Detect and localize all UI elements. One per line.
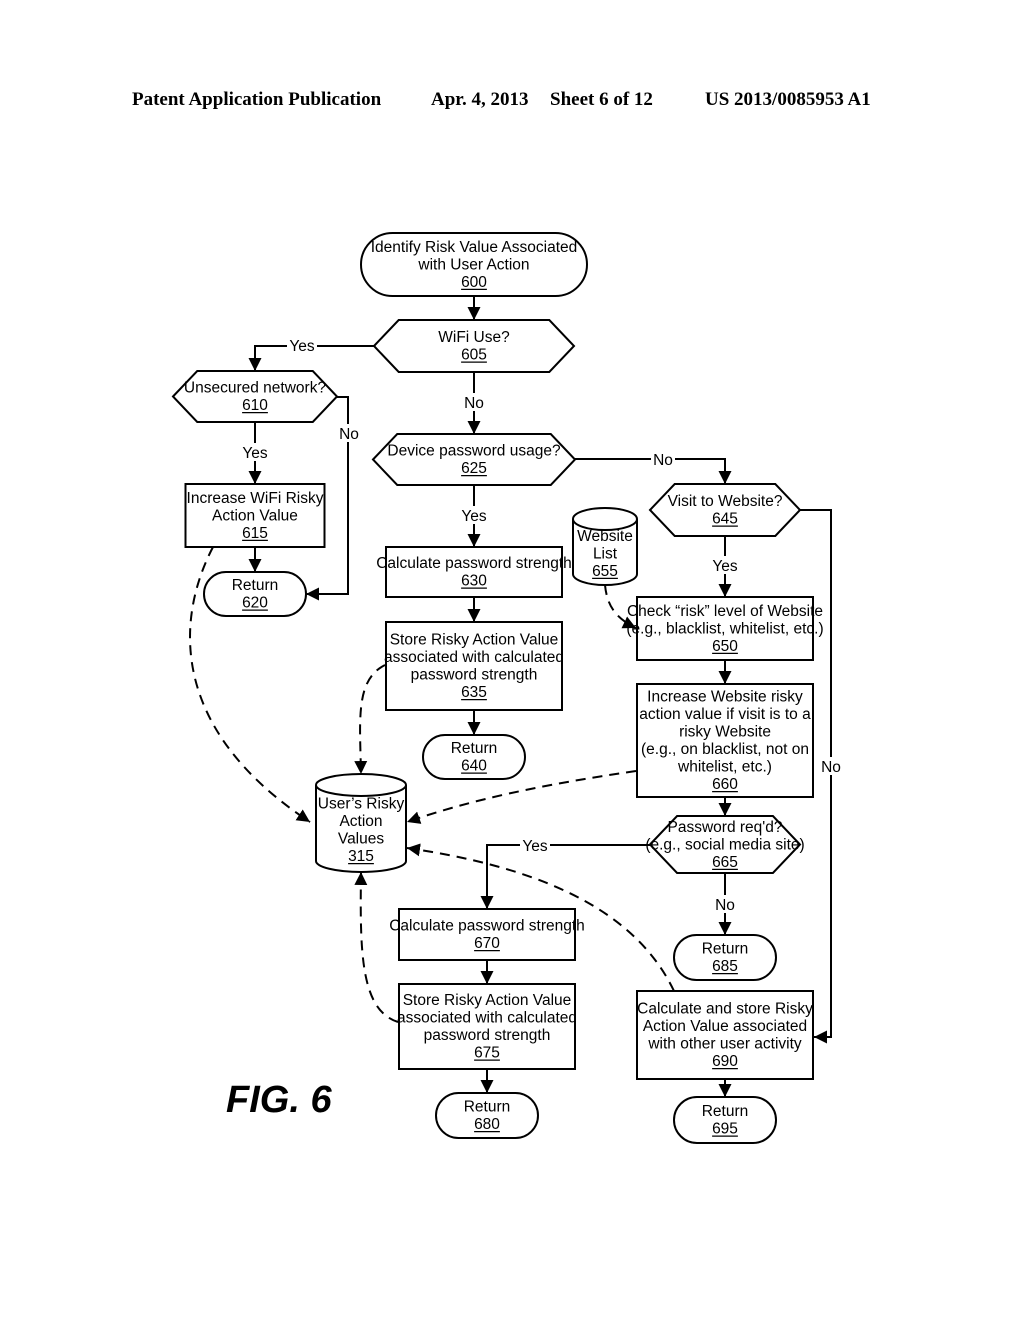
dataflow-635-to-315 — [354, 664, 386, 775]
node-reference-number: 670 — [474, 935, 500, 952]
edge-625-645-no — [575, 458, 732, 484]
edge-label-645-yes: Yes — [712, 558, 738, 575]
node-675-process: Store Risky Action Valueassociated with … — [397, 983, 577, 1070]
edge-665-670-yes — [480, 844, 650, 909]
edge-label-625-yes: Yes — [461, 508, 487, 525]
edge-label-625-no: No — [653, 452, 673, 469]
node-685-terminator: Return685 — [673, 934, 777, 981]
node-text: Store Risky Action Value — [390, 632, 559, 649]
node-reference-number: 680 — [474, 1116, 500, 1133]
node-text: Calculate password strength — [389, 918, 585, 935]
node-text: Action Value associated — [643, 1018, 807, 1035]
node-605-decision: WiFi Use?605 — [372, 319, 576, 373]
edge-label-610-yes: Yes — [242, 445, 268, 462]
node-text: associated with calculated — [384, 649, 564, 666]
node-text: (e.g., on blacklist, not on — [641, 741, 809, 758]
edge-label-605-no: No — [464, 395, 484, 412]
flowchart: Yes No Yes No Yes No Yes No Yes No Ident… — [171, 232, 843, 1144]
node-text: Identify Risk Value Associated — [371, 239, 578, 256]
node-reference-number: 665 — [712, 854, 738, 871]
node-text: with User Action — [417, 256, 529, 273]
node-text: Return — [451, 740, 498, 757]
node-reference-number: 315 — [348, 848, 374, 865]
node-690-process: Calculate and store RiskyAction Value as… — [636, 990, 814, 1080]
node-695-terminator: Return695 — [673, 1096, 777, 1144]
node-text: Store Risky Action Value — [403, 992, 572, 1009]
node-text: User’s Risky — [318, 796, 405, 813]
node-text: Website — [577, 528, 633, 545]
node-665-decision: Password req'd?(e.g., social media site)… — [645, 815, 805, 874]
node-text: Return — [464, 1099, 511, 1116]
node-text: with other user activity — [647, 1036, 802, 1053]
node-reference-number: 635 — [461, 684, 487, 701]
node-680-terminator: Return680 — [435, 1092, 539, 1139]
node-text: Action — [339, 813, 382, 830]
node-text: List — [593, 545, 618, 562]
node-610-decision: Unsecured network?610 — [171, 370, 339, 423]
node-reference-number: 645 — [712, 511, 738, 528]
node-reference-number: 610 — [242, 397, 268, 414]
node-text: Check “risk” level of Website — [627, 603, 823, 620]
node-635-process: Store Risky Action Valueassociated with … — [384, 621, 564, 711]
node-text: Action Value — [212, 507, 298, 524]
node-625-decision: Device password usage?625 — [371, 433, 577, 486]
node-text: Return — [232, 577, 279, 594]
edge-label-665-yes: Yes — [522, 838, 548, 855]
node-reference-number: 615 — [242, 525, 268, 542]
node-text: Return — [702, 1103, 749, 1120]
node-645-decision: Visit to Website?645 — [648, 483, 802, 537]
node-reference-number: 675 — [474, 1045, 500, 1062]
node-text: associated with calculated — [397, 1010, 577, 1027]
edge-label-610-no: No — [339, 426, 359, 443]
node-text: Increase WiFi Risky — [187, 490, 324, 507]
node-615-process: Increase WiFi RiskyAction Value615 — [184, 483, 326, 548]
node-reference-number: 630 — [461, 573, 487, 590]
node-text: Increase Website risky — [647, 689, 803, 706]
node-text: Visit to Website? — [668, 493, 783, 510]
node-reference-number: 600 — [461, 274, 487, 291]
node-650-process: Check “risk” level of Website(e.g., blac… — [626, 596, 824, 661]
node-text: Device password usage? — [387, 443, 561, 460]
node-reference-number: 640 — [461, 758, 487, 775]
node-reference-number: 690 — [712, 1053, 738, 1070]
node-reference-number: 625 — [461, 460, 487, 477]
node-text: (e.g., social media site) — [645, 836, 804, 853]
edge-label-605-yes: Yes — [289, 338, 315, 355]
node-620-terminator: Return620 — [203, 571, 307, 617]
node-reference-number: 660 — [712, 776, 738, 793]
node-text: Password req'd? — [668, 819, 783, 836]
node-630-process: Calculate password strength630 — [376, 546, 572, 598]
node-text: password strength — [424, 1027, 551, 1044]
node-text: password strength — [411, 667, 538, 684]
node-text: Calculate password strength — [376, 555, 572, 572]
node-text: Values — [338, 831, 384, 848]
node-reference-number: 695 — [712, 1121, 738, 1138]
node-670-process: Calculate password strength670 — [389, 908, 585, 961]
node-reference-number: 605 — [461, 347, 487, 364]
node-reference-number: 655 — [592, 563, 618, 580]
node-text: whitelist, etc.) — [677, 759, 772, 776]
figure-label: FIG. 6 — [226, 1079, 332, 1121]
edge-label-645-no: No — [821, 759, 841, 776]
node-reference-number: 650 — [712, 638, 738, 655]
node-660-process: Increase Website riskyaction value if vi… — [636, 683, 814, 798]
edge-label-665-no: No — [715, 897, 735, 914]
node-text: Return — [702, 941, 749, 958]
node-600-terminator: Identify Risk Value Associatedwith User … — [360, 232, 588, 297]
node-text: Calculate and store Risky — [637, 1001, 813, 1018]
node-text: Unsecured network? — [184, 380, 327, 397]
node-text: action value if visit is to a — [639, 706, 811, 723]
node-655-database: WebsiteList655 — [572, 507, 638, 586]
node-text: WiFi Use? — [438, 329, 510, 346]
node-reference-number: 685 — [712, 958, 738, 975]
node-text: risky Website — [679, 724, 771, 741]
node-640-terminator: Return640 — [422, 734, 526, 780]
node-reference-number: 620 — [242, 595, 268, 612]
dataflow-675-to-315 — [354, 871, 399, 1023]
node-text: (e.g., blacklist, whitelist, etc.) — [626, 620, 823, 637]
node-315-database: User’s RiskyActionValues315 — [315, 773, 407, 873]
